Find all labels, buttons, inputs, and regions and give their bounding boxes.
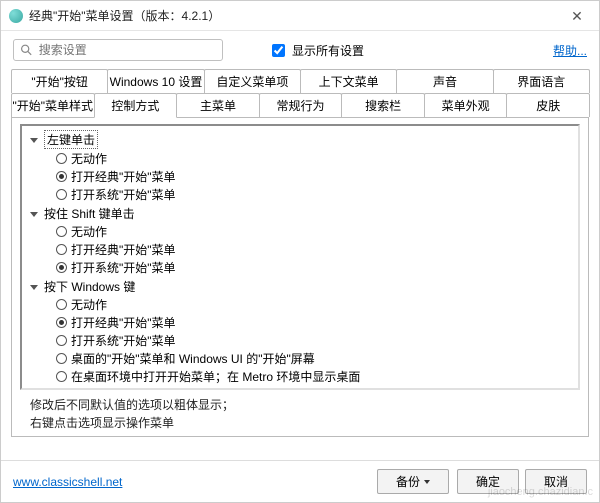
group-header[interactable]: 按下 Windows 键: [28, 278, 572, 295]
content-panel: 左键单击无动作打开经典"开始"菜单打开系统"开始"菜单按住 Shift 键单击无…: [11, 117, 589, 437]
tab[interactable]: 自定义菜单项: [204, 69, 301, 93]
radio-option[interactable]: 打开经典"开始"菜单: [56, 313, 572, 331]
tab[interactable]: 界面语言: [493, 69, 590, 93]
tab[interactable]: Windows 10 设置: [107, 69, 204, 93]
radio-label: 打开系统"开始"菜单: [71, 186, 176, 203]
tab-row-1: "开始"按钮Windows 10 设置自定义菜单项上下文菜单声音界面语言: [11, 69, 589, 93]
radio-icon: [56, 353, 67, 364]
radio-icon: [56, 317, 67, 328]
radio-icon: [56, 244, 67, 255]
ok-label: 确定: [476, 473, 500, 490]
radio-option[interactable]: 无动作: [56, 149, 572, 167]
tab-row-2: "开始"菜单样式控制方式主菜单常规行为搜索栏菜单外观皮肤: [11, 93, 589, 117]
hint-line-2: 右键点击选项显示操作菜单: [30, 414, 578, 432]
radio-option[interactable]: 桌面的"开始"菜单和 Windows UI 的"开始"屏幕: [56, 349, 572, 367]
tab[interactable]: 搜索栏: [341, 93, 425, 117]
radio-option[interactable]: 无动作: [56, 222, 572, 240]
search-icon: [20, 43, 33, 57]
expand-icon: [28, 390, 40, 391]
radio-option[interactable]: 打开经典"开始"菜单: [56, 167, 572, 185]
bottom-bar: www.classicshell.net 备份 确定 取消: [1, 460, 599, 502]
tab[interactable]: 菜单外观: [424, 93, 508, 117]
radio-label: 无动作: [71, 150, 107, 167]
radio-label: 打开经典"开始"菜单: [71, 241, 176, 258]
ok-button[interactable]: 确定: [457, 469, 519, 494]
hints: 修改后不同默认值的选项以粗体显示； 右键点击选项显示操作菜单: [12, 394, 588, 436]
group-label: 按下 Windows 键: [44, 278, 135, 295]
radio-option[interactable]: 打开系统"开始"菜单: [56, 258, 572, 276]
search-box[interactable]: [13, 39, 223, 61]
close-button[interactable]: ✕: [555, 1, 599, 31]
help-link[interactable]: 帮助...: [553, 42, 587, 59]
chevron-down-icon: [424, 480, 430, 484]
cancel-label: 取消: [544, 473, 568, 490]
radio-label: 打开系统"开始"菜单: [71, 332, 176, 349]
radio-label: 在桌面环境中打开开始菜单；在 Metro 环境中显示桌面: [71, 368, 360, 385]
radio-label: 打开系统"开始"菜单: [71, 259, 176, 276]
radio-label: 无动作: [71, 296, 107, 313]
group-label: 按住 Shift 键单击: [44, 205, 135, 222]
window-title: 经典"开始"菜单设置（版本：4.2.1）: [29, 7, 220, 24]
hint-line-1: 修改后不同默认值的选项以粗体显示；: [30, 396, 578, 414]
titlebar: 经典"开始"菜单设置（版本：4.2.1） ✕: [1, 1, 599, 31]
tab[interactable]: 皮肤: [506, 93, 590, 117]
options-scroll[interactable]: 左键单击无动作打开经典"开始"菜单打开系统"开始"菜单按住 Shift 键单击无…: [20, 124, 580, 390]
group-header[interactable]: 按下 Shift + Win 键: [28, 387, 572, 390]
group-header[interactable]: 左键单击: [28, 130, 572, 149]
tab[interactable]: "开始"菜单样式: [11, 93, 95, 117]
radio-label: 打开经典"开始"菜单: [71, 314, 176, 331]
show-all-input[interactable]: [272, 44, 285, 57]
radio-icon: [56, 171, 67, 182]
radio-option[interactable]: 在桌面环境中打开开始菜单；在 Metro 环境中显示桌面: [56, 367, 572, 385]
radio-icon: [56, 153, 67, 164]
tabs: "开始"按钮Windows 10 设置自定义菜单项上下文菜单声音界面语言 "开始…: [11, 69, 589, 117]
expand-icon: [28, 134, 40, 146]
website-link[interactable]: www.classicshell.net: [13, 475, 122, 489]
close-icon: ✕: [571, 8, 583, 25]
radio-label: 桌面的"开始"菜单和 Windows UI 的"开始"屏幕: [71, 350, 315, 367]
show-all-checkbox[interactable]: 显示所有设置: [268, 41, 364, 60]
radio-option[interactable]: 打开系统"开始"菜单: [56, 185, 572, 203]
cancel-button[interactable]: 取消: [525, 469, 587, 494]
radio-icon: [56, 226, 67, 237]
radio-icon: [56, 335, 67, 346]
group-header[interactable]: 按住 Shift 键单击: [28, 205, 572, 222]
tab[interactable]: "开始"按钮: [11, 69, 108, 93]
radio-option[interactable]: 打开系统"开始"菜单: [56, 331, 572, 349]
radio-icon: [56, 299, 67, 310]
radio-icon: [56, 189, 67, 200]
radio-option[interactable]: 无动作: [56, 295, 572, 313]
expand-icon: [28, 208, 40, 220]
tab[interactable]: 声音: [396, 69, 493, 93]
radio-option[interactable]: 打开经典"开始"菜单: [56, 240, 572, 258]
search-input[interactable]: [37, 42, 216, 58]
tab[interactable]: 常规行为: [259, 93, 343, 117]
tab[interactable]: 控制方式: [94, 93, 178, 118]
expand-icon: [28, 281, 40, 293]
tab[interactable]: 主菜单: [176, 93, 260, 117]
backup-label: 备份: [396, 473, 420, 490]
radio-icon: [56, 371, 67, 382]
radio-label: 打开经典"开始"菜单: [71, 168, 176, 185]
app-icon: [9, 9, 23, 23]
backup-button[interactable]: 备份: [377, 469, 449, 494]
search-row: 显示所有设置 帮助...: [1, 31, 599, 69]
show-all-label: 显示所有设置: [292, 42, 364, 59]
group-label: 按下 Shift + Win 键: [44, 387, 145, 390]
radio-icon: [56, 262, 67, 273]
group-label: 左键单击: [44, 130, 98, 149]
radio-label: 无动作: [71, 223, 107, 240]
tab[interactable]: 上下文菜单: [300, 69, 397, 93]
